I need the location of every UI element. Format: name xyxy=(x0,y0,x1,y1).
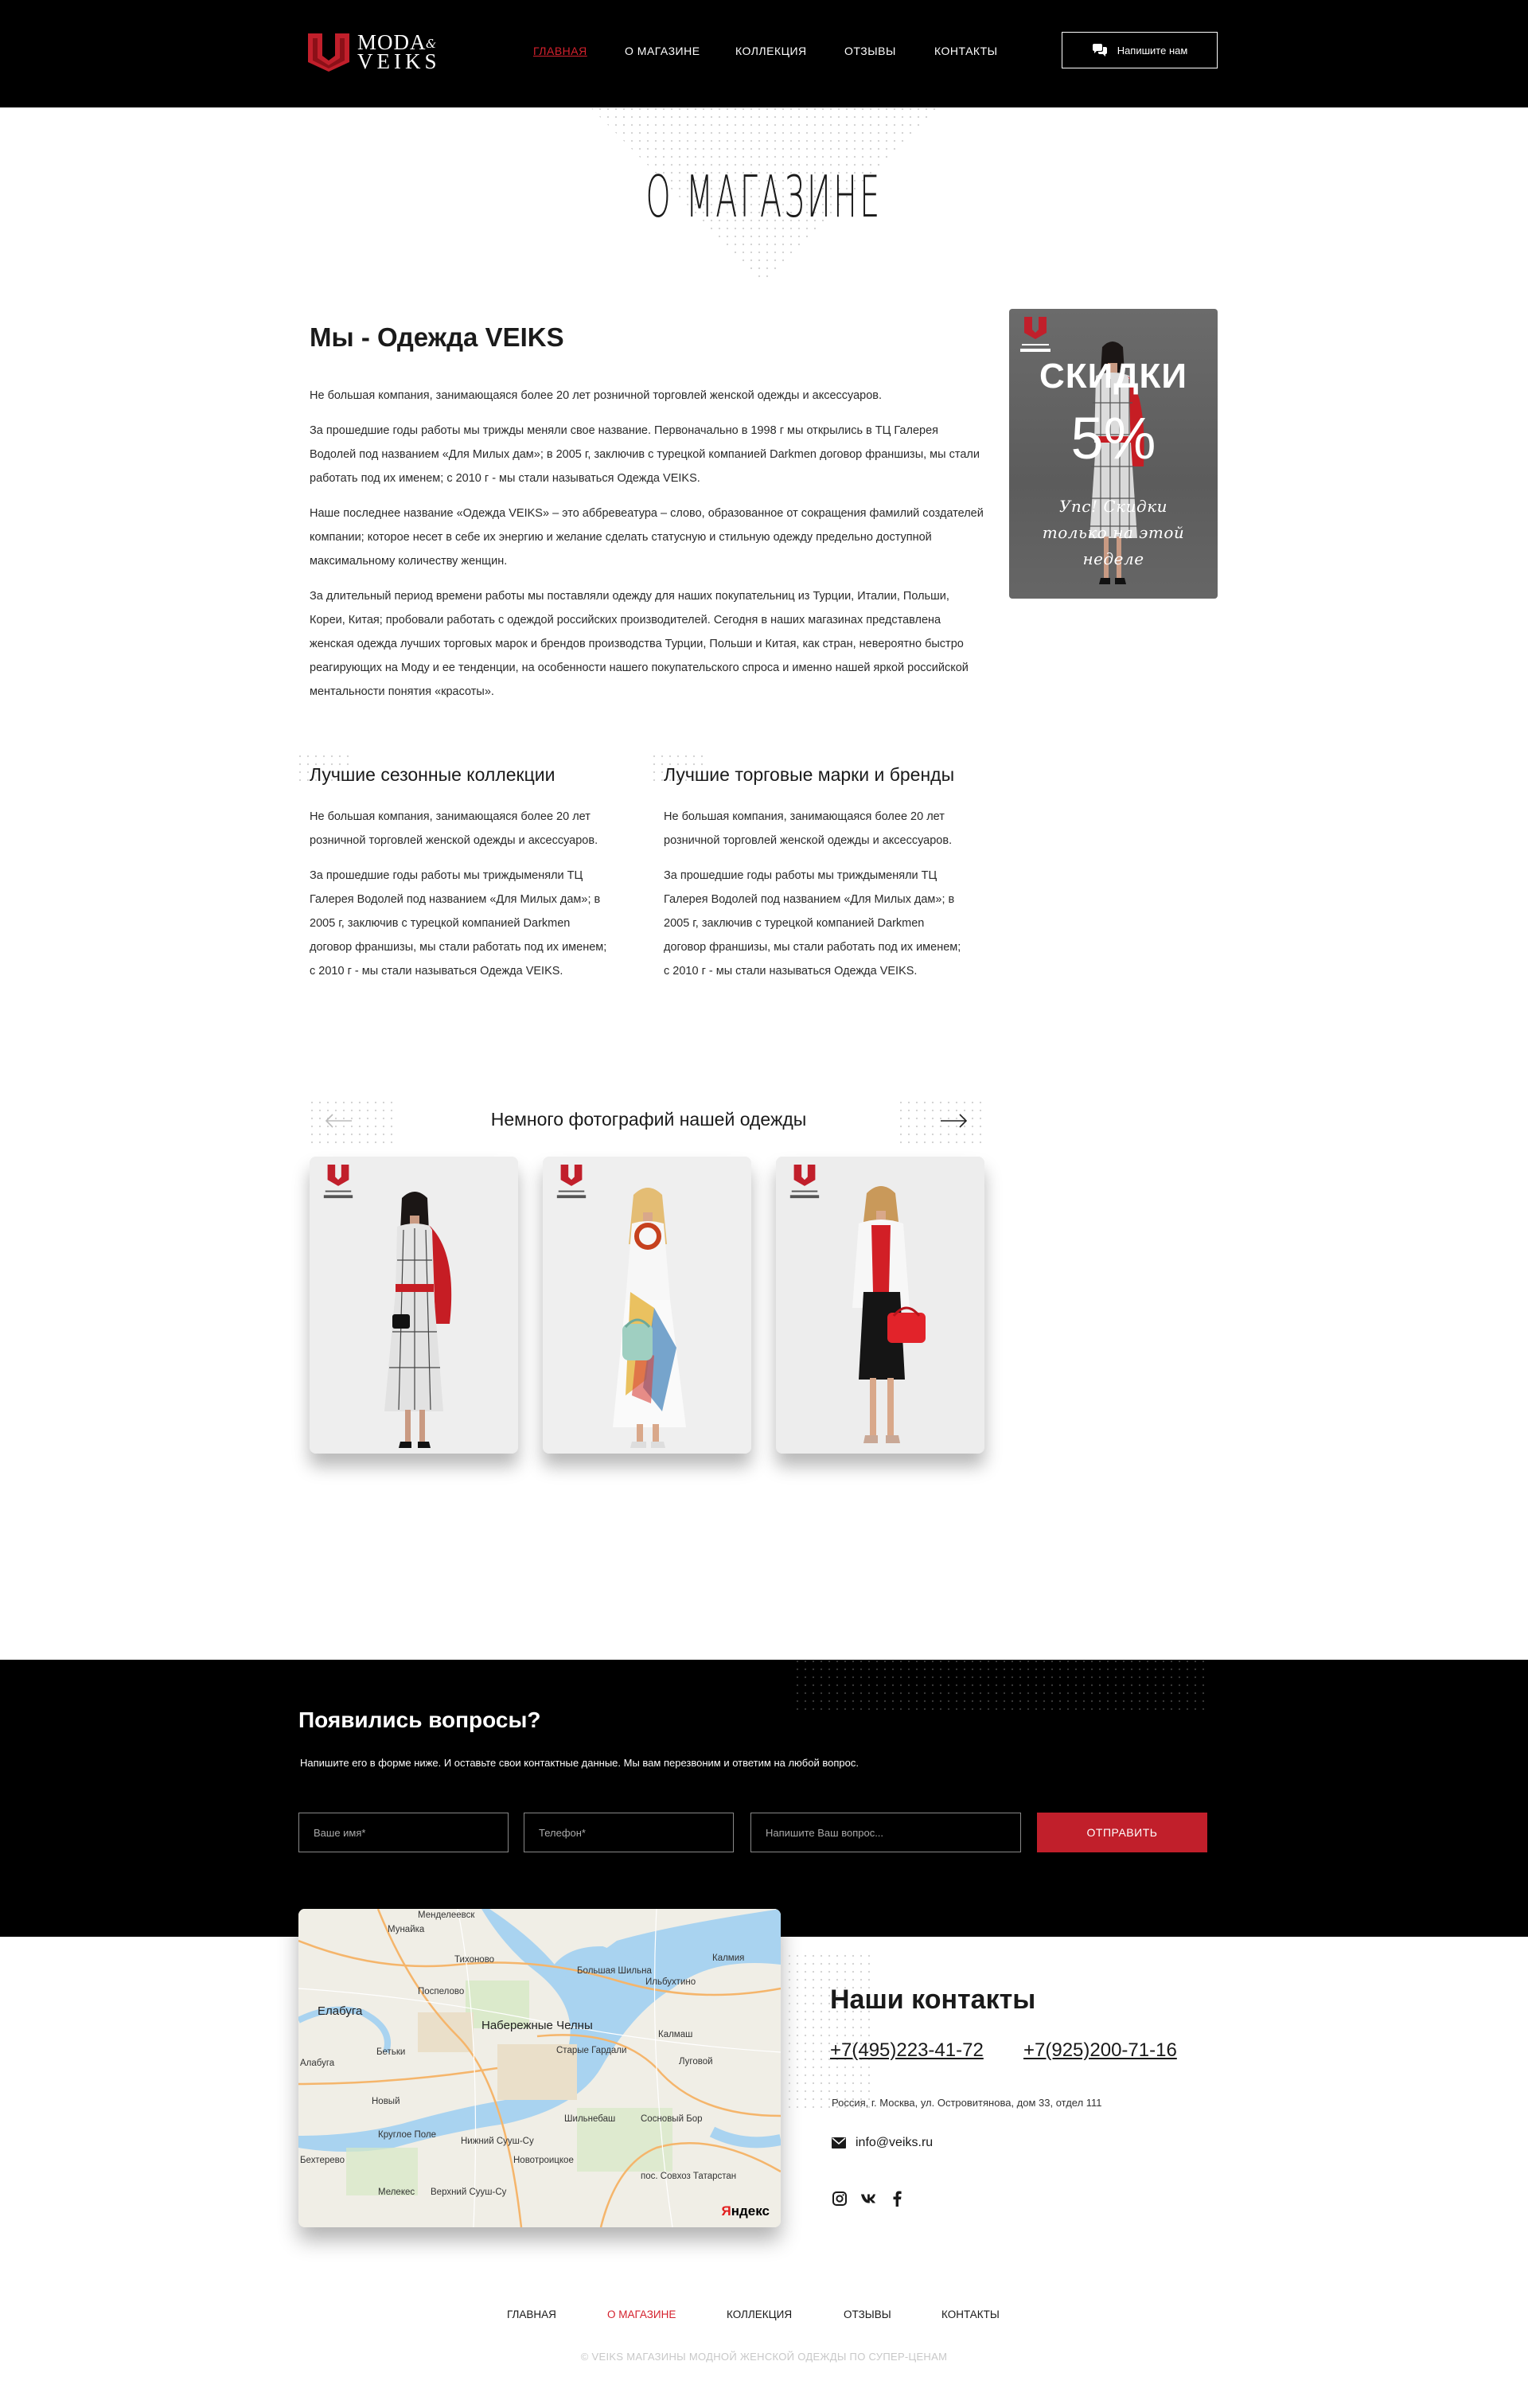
map-label: Новый xyxy=(372,2097,400,2106)
footer-nav-contacts[interactable]: КОНТАКТЫ xyxy=(941,2308,1000,2320)
map-label: Поспелово xyxy=(418,1987,465,1996)
facebook-icon[interactable] xyxy=(889,2191,905,2207)
gallery-photo-card[interactable] xyxy=(543,1157,751,1454)
nav-item-contacts[interactable]: КОНТАКТЫ xyxy=(934,45,998,57)
map-label: Луговой xyxy=(679,2057,713,2067)
veiks-u-logo-icon xyxy=(789,1165,820,1199)
veiks-u-logo-icon xyxy=(556,1165,587,1199)
map-label: Калмия xyxy=(712,1953,745,1963)
map-label: Алабуга xyxy=(300,2059,335,2068)
arrow-right-icon[interactable] xyxy=(939,1113,968,1129)
question-subtitle: Напишите его в форме ниже. И оставьте св… xyxy=(300,1757,859,1769)
vk-icon[interactable] xyxy=(860,2191,876,2207)
gallery-title: Немного фотографий нашей одежды xyxy=(490,1109,807,1130)
nav-item-reviews[interactable]: ОТЗЫВЫ xyxy=(844,45,896,57)
veiks-u-logo-icon xyxy=(323,1165,353,1199)
map-label: Ильбухтино xyxy=(645,1977,696,1987)
chat-bubbles-icon xyxy=(1092,44,1107,57)
feature-title: Лучшие торговые марки и бренды xyxy=(664,764,955,785)
gallery-photo-card[interactable] xyxy=(776,1157,984,1454)
promo-note: Упс! Скидки только на этой неделе xyxy=(1042,497,1185,568)
veiks-u-logo-icon xyxy=(1020,317,1050,352)
yandex-logo: Яндекс xyxy=(722,2203,770,2219)
page-title: О МАГАЗИНЕ xyxy=(645,163,883,230)
map-label: Мунайка xyxy=(388,1925,425,1934)
logo-text-veiks: VEIKS xyxy=(357,49,441,73)
about-paragraph: За прошедшие годы работы мы трижды менял… xyxy=(310,424,980,485)
footer-nav-home[interactable]: ГЛАВНАЯ xyxy=(507,2308,556,2320)
footer-nav-reviews[interactable]: ОТЗЫВЫ xyxy=(844,2308,891,2320)
nav-item-home[interactable]: ГЛАВНАЯ xyxy=(533,45,587,57)
name-input[interactable]: Ваше имя* xyxy=(298,1813,509,1852)
map-label: Большая Шильна xyxy=(577,1966,652,1976)
phone-input[interactable]: Телефон* xyxy=(524,1813,734,1852)
map-label: Новотроицкое xyxy=(513,2156,574,2165)
footer-nav-about[interactable]: О МАГАЗИНЕ xyxy=(607,2308,676,2320)
map-label: Нижний Сууш-Су xyxy=(461,2137,534,2146)
map-label: пос. Совхоз Татарстан xyxy=(641,2172,737,2181)
about-paragraph: Не большая компания, занимающаяся более … xyxy=(310,389,883,402)
about-text: Не большая компания, занимающаяся более … xyxy=(310,384,986,715)
map-label: Верхний Сууш-Су xyxy=(431,2187,507,2197)
map-label: Набережные Челны xyxy=(481,2019,593,2032)
envelope-icon xyxy=(832,2137,846,2148)
promo-title: СКИДКИ xyxy=(1039,357,1188,396)
email-link[interactable]: info@veiks.ru xyxy=(832,2136,933,2150)
email-text: info@veiks.ru xyxy=(856,2136,934,2149)
site-header: MODA & VEIKS ГЛАВНАЯ О МАГАЗИНЕ КОЛЛЕКЦИ… xyxy=(0,0,1528,107)
feature-seasonal: Лучшие сезонные коллекции Не большая ком… xyxy=(298,755,628,994)
map-label: Мелекес xyxy=(378,2187,415,2197)
copyright: © VEIKS МАГАЗИНЫ МОДНОЙ ЖЕНСКОЙ ОДЕЖДЫ П… xyxy=(580,2351,948,2363)
map-label: Менделеевск xyxy=(418,1910,475,1920)
about-paragraph: Наше последнее название «Одежда VEIKS» –… xyxy=(310,507,984,568)
feature-title: Лучшие сезонные коллекции xyxy=(310,764,555,785)
site-logo[interactable]: MODA & VEIKS xyxy=(306,30,442,73)
arrow-left-icon[interactable] xyxy=(325,1113,353,1129)
yandex-logo-prefix: Я xyxy=(721,2203,731,2219)
yandex-map[interactable]: Менделеевск Мунайка Тихоново Большая Шил… xyxy=(298,1909,781,2227)
map-label: Бехтерево xyxy=(300,2156,345,2165)
promo-percent: 5% xyxy=(1070,405,1156,471)
map-label: Старые Гардали xyxy=(556,2046,627,2055)
contacts-address: Россия, г. Москва, ул. Островитянова, до… xyxy=(832,2097,1102,2109)
instagram-icon[interactable] xyxy=(832,2191,848,2207)
nav-item-about[interactable]: О МАГАЗИНЕ xyxy=(625,45,700,57)
map-label: Шильнебаш xyxy=(564,2114,616,2124)
about-paragraph: За длительный период времени работы мы п… xyxy=(310,590,969,698)
phone-link-1[interactable]: +7(495)223-41-72 xyxy=(830,2039,984,2062)
footer-nav-collection[interactable]: КОЛЛЕКЦИЯ xyxy=(727,2308,792,2320)
write-us-button[interactable]: Напишите нам xyxy=(1062,32,1218,68)
about-title: Мы - Одежда VEIKS xyxy=(310,322,564,352)
map-label: Круглое Поле xyxy=(378,2130,436,2140)
question-title: Появились вопросы? xyxy=(298,1707,541,1732)
nav-item-collection[interactable]: КОЛЛЕКЦИЯ xyxy=(735,45,807,57)
veiks-u-logo-icon xyxy=(308,33,349,72)
contacts-title: Наши контакты xyxy=(830,1985,1036,2015)
map-label: Сосновый Бор xyxy=(641,2114,703,2124)
discount-promo-banner[interactable]: СКИДКИ 5% Упс! Скидки только на этой нед… xyxy=(1009,309,1218,599)
gallery-photo-card[interactable] xyxy=(310,1157,518,1454)
map-label: Калмаш xyxy=(658,2030,693,2039)
question-input[interactable]: Напишите Ваш вопрос... xyxy=(750,1813,1021,1852)
feature-paragraph: Не большая компания, занимающаяся более … xyxy=(310,810,598,847)
question-dot-pattern xyxy=(796,1660,1210,1711)
feature-paragraph: Не большая компания, занимающаяся более … xyxy=(664,810,953,847)
map-label: Бетьки xyxy=(376,2047,406,2057)
feature-paragraph: За прошедшие годы работы мы триждыменяли… xyxy=(310,869,607,978)
feature-paragraph: За прошедшие годы работы мы триждыменяли… xyxy=(664,869,961,978)
phone-link-2[interactable]: +7(925)200-71-16 xyxy=(1023,2039,1177,2062)
yandex-logo-rest: ндекс xyxy=(731,2203,770,2219)
social-links xyxy=(832,2191,905,2207)
feature-brands: Лучшие торговые марки и бренды Не больша… xyxy=(653,755,982,994)
contacts-dot-pattern xyxy=(788,1954,875,2113)
map-label: Тихоново xyxy=(454,1955,495,1965)
write-us-label: Напишите нам xyxy=(1117,44,1188,57)
submit-button[interactable]: ОТПРАВИТЬ xyxy=(1037,1813,1207,1852)
map-label: Елабуга xyxy=(318,2004,363,2018)
question-form-section: Появились вопросы? Напишите его в форме … xyxy=(0,1660,1528,1937)
